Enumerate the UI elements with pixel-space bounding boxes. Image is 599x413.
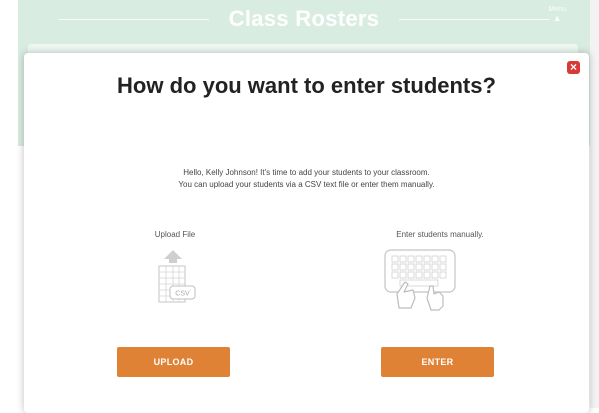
caret-up-icon: ▲: [552, 13, 562, 23]
intro-line-2: You can upload your students via a CSV t…: [178, 180, 435, 189]
upload-file-label: Upload File: [154, 230, 196, 239]
enter-students-modal: × How do you want to enter students? Hel…: [24, 53, 589, 413]
title-divider-right: [399, 18, 550, 20]
page-title: Class Rosters: [228, 6, 380, 31]
enter-button[interactable]: ENTER: [381, 347, 494, 377]
keyboard-typing-icon: [384, 249, 456, 311]
enter-manually-label: Enter students manually.: [396, 230, 484, 239]
page-title-row: Class Rosters: [18, 4, 590, 34]
intro-line-1: Hello, Kelly Johnson! It's time to add y…: [183, 168, 430, 177]
menu-button[interactable]: Menu ▲: [548, 6, 566, 23]
scrollbar-track: [590, 0, 599, 408]
csv-upload-icon: CSV: [158, 250, 196, 303]
csv-icon-text: CSV: [175, 291, 190, 298]
upload-button[interactable]: UPLOAD: [117, 347, 230, 377]
menu-label: Menu: [548, 6, 566, 13]
title-divider-left: [58, 18, 209, 20]
modal-title: How do you want to enter students?: [117, 73, 496, 98]
intro-text: Hello, Kelly Johnson! It's time to add y…: [24, 167, 589, 191]
